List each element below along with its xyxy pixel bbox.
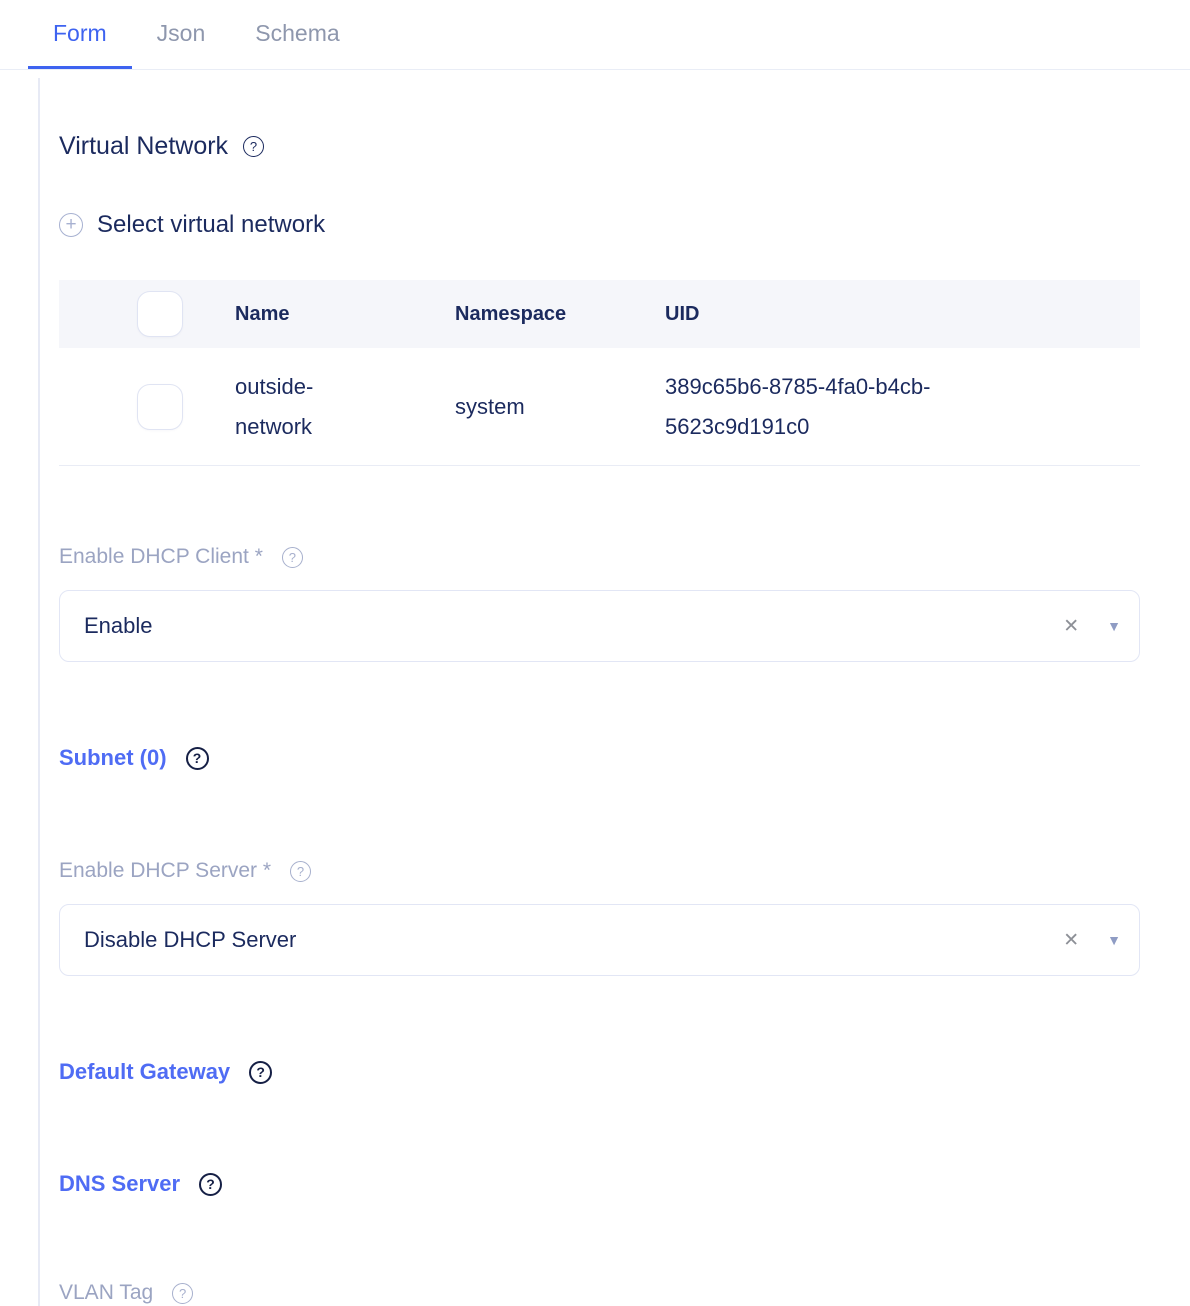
tab-form[interactable]: Form	[28, 0, 132, 69]
column-header-namespace: Namespace	[455, 303, 665, 326]
table-row[interactable]: outside-network system 389c65b6-8785-4fa…	[59, 348, 1140, 466]
row-checkbox-cell	[59, 384, 235, 430]
dhcp-server-value: Disable DHCP Server	[84, 927, 1049, 953]
virtual-network-section-heading: Virtual Network ?	[59, 130, 1140, 162]
subnet-section-row: Subnet (0) ?	[59, 744, 1140, 772]
tab-bar: Form Json Schema	[0, 0, 1190, 70]
plus-circle-icon: +	[59, 213, 83, 237]
help-icon[interactable]: ?	[243, 136, 264, 157]
column-header-uid: UID	[665, 303, 1140, 326]
cell-uid: 389c65b6-8785-4fa0-b4cb-5623c9d191c0	[665, 367, 1140, 447]
tab-schema[interactable]: Schema	[230, 0, 364, 69]
clear-icon[interactable]: ✕	[1049, 615, 1093, 638]
help-icon[interactable]: ?	[290, 861, 311, 882]
dhcp-server-label: Enable DHCP Server *	[59, 858, 271, 884]
cell-name-value: outside-network	[235, 367, 390, 447]
select-virtual-network-label: Select virtual network	[97, 211, 325, 239]
dhcp-server-select[interactable]: Disable DHCP Server ✕ ▼	[59, 904, 1140, 976]
caret-down-icon[interactable]: ▼	[1093, 932, 1121, 948]
column-header-name: Name	[235, 303, 455, 326]
select-virtual-network-button[interactable]: + Select virtual network	[59, 211, 1140, 239]
help-icon[interactable]: ?	[186, 747, 209, 770]
vlan-tag-label-row: VLAN Tag ?	[59, 1280, 1140, 1306]
dns-server-label: DNS Server	[59, 1170, 180, 1198]
default-gateway-section-row: Default Gateway ?	[59, 1058, 1140, 1086]
dhcp-client-select[interactable]: Enable ✕ ▼	[59, 590, 1140, 662]
default-gateway-label: Default Gateway	[59, 1058, 230, 1086]
subnet-label: Subnet (0)	[59, 744, 167, 772]
dhcp-client-label-row: Enable DHCP Client * ?	[59, 544, 1140, 570]
dhcp-server-label-row: Enable DHCP Server * ?	[59, 858, 1140, 884]
vlan-tag-label: VLAN Tag	[59, 1280, 153, 1306]
caret-down-icon[interactable]: ▼	[1093, 618, 1121, 634]
tab-json[interactable]: Json	[132, 0, 231, 69]
help-icon[interactable]: ?	[199, 1173, 222, 1196]
help-icon[interactable]: ?	[282, 547, 303, 568]
dhcp-client-value: Enable	[84, 613, 1049, 639]
form-content: Virtual Network ? + Select virtual netwo…	[38, 78, 1190, 1306]
clear-icon[interactable]: ✕	[1049, 929, 1093, 952]
cell-uid-value: 389c65b6-8785-4fa0-b4cb-5623c9d191c0	[665, 367, 995, 447]
virtual-network-table: Name Namespace UID outside-network syste…	[59, 280, 1140, 466]
row-checkbox[interactable]	[137, 384, 183, 430]
cell-namespace: system	[455, 387, 665, 427]
dhcp-client-label: Enable DHCP Client *	[59, 544, 263, 570]
help-icon[interactable]: ?	[172, 1283, 193, 1304]
header-checkbox-cell	[59, 291, 235, 337]
dns-server-section-row: DNS Server ?	[59, 1170, 1140, 1198]
cell-name: outside-network	[235, 367, 455, 447]
virtual-network-title: Virtual Network	[59, 130, 228, 162]
table-header-row: Name Namespace UID	[59, 280, 1140, 348]
select-all-checkbox[interactable]	[137, 291, 183, 337]
help-icon[interactable]: ?	[249, 1061, 272, 1084]
